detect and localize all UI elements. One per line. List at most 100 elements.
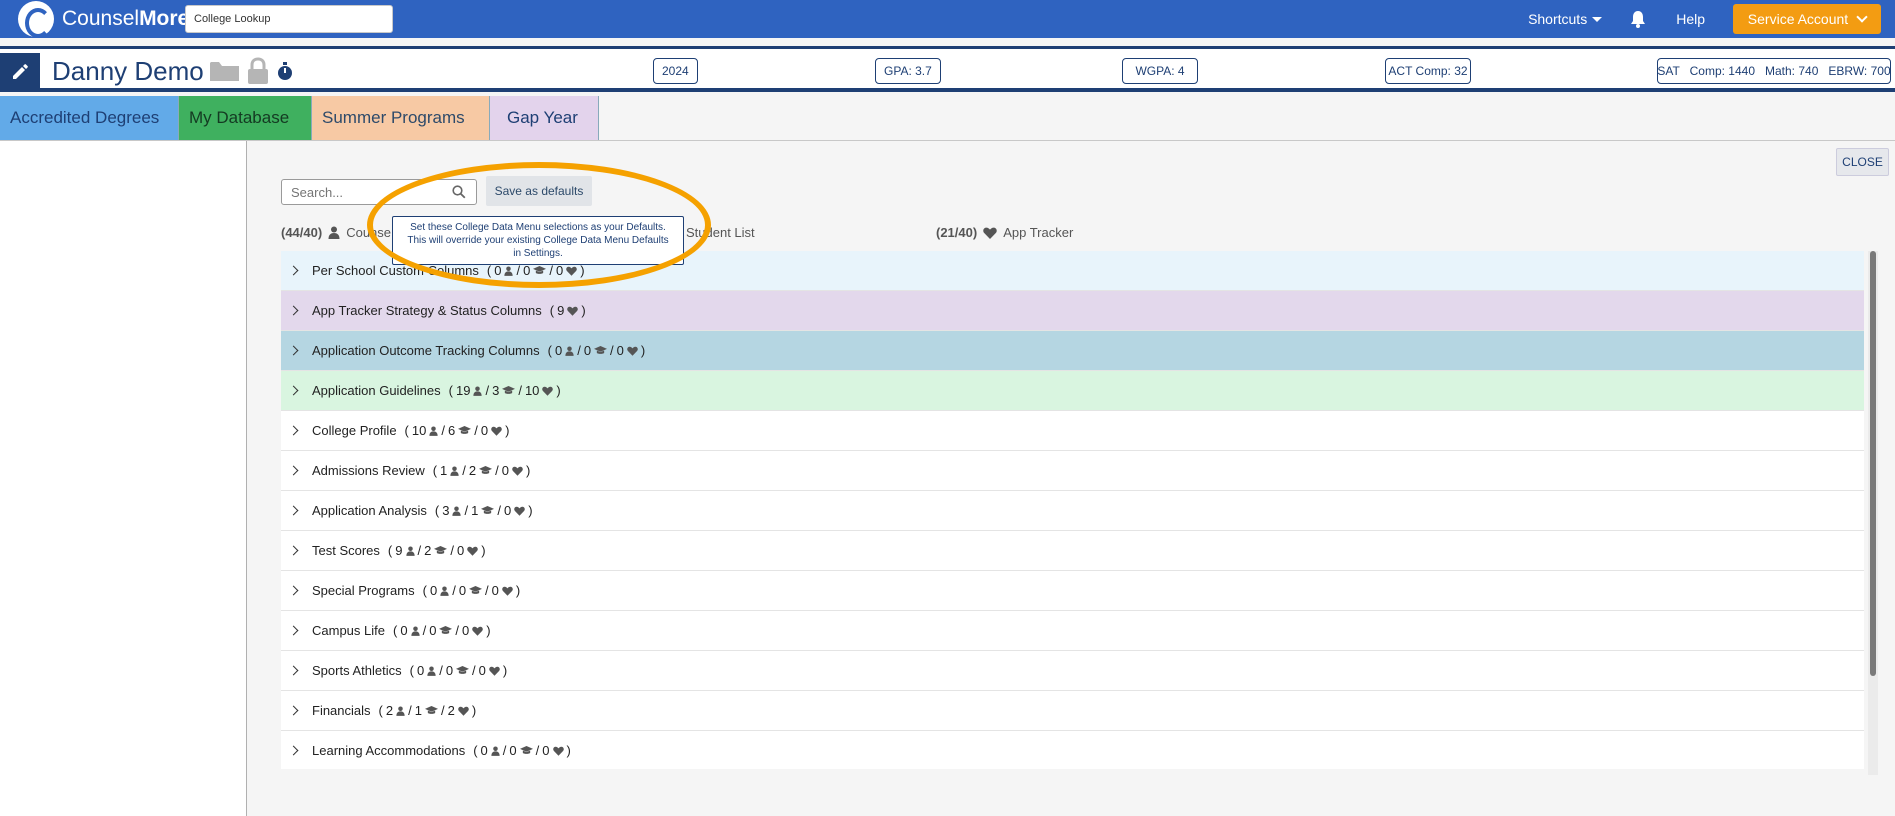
tab-summer-programs[interactable]: Summer Programs [312,96,490,140]
graduation-cap-icon [424,706,438,714]
student-header: Danny Demo 2024 GPA: 3.7 WGPA: 4 ACT Com… [0,46,1895,92]
graduation-cap-icon [439,626,453,634]
person-icon [429,426,438,436]
cap-count: 1 [414,703,422,718]
section-row[interactable]: Test Scores ( 9 / 2 / 0 ) [281,531,1864,571]
heart-count: 0 [478,663,486,678]
graduation-cap-icon [481,506,495,514]
tooltip-line: in Settings. [513,248,563,259]
cap-count: 0 [583,343,592,358]
heart-icon [489,666,500,676]
section-row[interactable]: Application Outcome Tracking Columns ( 0 … [281,331,1864,371]
logo-text: CounselMore [62,7,190,30]
chevron-right-icon[interactable] [288,305,299,316]
college-lookup-input[interactable] [185,5,393,33]
counselor-count: 9 [395,543,403,558]
section-title: Test Scores [312,543,380,558]
help-link[interactable]: Help [1676,11,1705,27]
chevron-right-icon[interactable] [288,545,299,556]
caret-down-icon [1592,16,1603,22]
section-row[interactable]: Admissions Review ( 1 / 2 / 0 ) [281,451,1864,491]
search-input[interactable] [282,180,442,204]
data-menu-search [281,179,477,205]
section-row[interactable]: App Tracker Strategy & Status Columns ( 9… [281,291,1864,331]
chevron-right-icon[interactable] [288,265,299,276]
chevron-right-icon[interactable] [288,745,299,756]
save-as-defaults-button[interactable]: Save as defaults [486,176,592,206]
left-panel [0,141,247,816]
graduation-cap-icon [594,346,608,354]
heart-count: 10 [524,383,540,398]
bell-icon[interactable] [1630,10,1646,28]
close-button[interactable]: CLOSE [1836,148,1889,176]
counselor-count: 10 [411,423,427,438]
counselor-count: 0 [400,623,408,638]
section-row[interactable]: Special Programs ( 0 / 0 / 0 ) [281,571,1864,611]
heart-icon [627,346,638,356]
edit-student-button[interactable] [0,53,40,91]
heart-icon [983,227,997,239]
cap-count: 0 [509,743,517,758]
student-list-label[interactable]: Student List [686,225,755,240]
chevron-right-icon[interactable] [288,585,299,596]
person-icon [491,746,500,756]
sat-chip: SAT Comp: 1440 Math: 740 EBRW: 700 [1657,58,1891,84]
section-counts: ( 0 / 0 / 0 ) [422,583,521,598]
chevron-right-icon[interactable] [288,425,299,436]
tracker-label[interactable]: App Tracker [1003,225,1073,240]
chevron-right-icon[interactable] [288,625,299,636]
section-row[interactable]: Application Analysis ( 3 / 1 / 0 ) [281,491,1864,531]
chevron-right-icon[interactable] [288,465,299,476]
heart-icon [567,306,579,316]
wgpa-chip: WGPA: 4 [1122,58,1198,84]
section-row[interactable]: College Profile ( 10 / 6 / 0 ) [281,411,1864,451]
section-row[interactable]: Learning Accommodations ( 0 / 0 / 0 ) [281,731,1864,769]
section-row[interactable]: Sports Athletics ( 0 / 0 / 0 ) [281,651,1864,691]
database-tabs: Accredited Degrees My Database Summer Pr… [0,96,599,140]
grad-year-chip: 2024 [653,58,698,84]
scrollbar-thumb[interactable] [1870,251,1876,676]
heart-icon [514,506,525,516]
tracker-count: (21/40) [936,225,978,240]
shortcuts-menu[interactable]: Shortcuts [1528,11,1603,27]
section-title: Per School Custom Columns [312,263,479,278]
section-row[interactable]: Campus Life ( 0 / 0 / 0 ) [281,611,1864,651]
counselor-count: 19 [455,383,471,398]
graduation-cap-icon [519,746,533,754]
tab-gap-year[interactable]: Gap Year [490,96,599,140]
lock-icon[interactable] [246,57,270,85]
folder-icon[interactable] [209,59,240,83]
section-counts: ( 0 / 0 / 0 ) [473,743,571,758]
counselor-label[interactable]: Counse [346,225,391,240]
search-icon[interactable] [452,185,466,199]
chevron-right-icon[interactable] [288,505,299,516]
counselmore-logo[interactable]: CounselMore [18,1,190,38]
graduation-cap-icon [502,386,516,394]
student-name: Danny Demo [52,56,204,86]
chevron-right-icon[interactable] [288,665,299,676]
chevron-right-icon[interactable] [288,705,299,716]
tab-accredited-degrees[interactable]: Accredited Degrees [0,96,179,140]
section-title: Learning Accommodations [312,743,466,758]
graduation-cap-icon [533,266,547,274]
section-row[interactable]: Financials ( 2 / 1 / 2 ) [281,691,1864,731]
service-account-button[interactable]: Service Account [1733,4,1881,34]
section-counts: ( 2 / 1 / 2 ) [378,703,477,718]
section-title: Financials [312,703,371,718]
person-icon [328,226,340,239]
section-counts: ( 0 / 0 / 0 ) [486,263,585,278]
heart-icon [566,266,577,276]
person-icon [405,546,415,556]
chevron-right-icon[interactable] [288,385,299,396]
section-row[interactable]: Application Guidelines ( 19 / 3 / 10 ) [281,371,1864,411]
heart-count: 0 [491,583,499,598]
stopwatch-icon[interactable] [276,61,294,81]
person-icon [427,666,436,676]
shortcuts-label: Shortcuts [1528,11,1588,27]
cap-count: 2 [468,463,477,478]
chevron-right-icon[interactable] [288,345,299,356]
heart-count: 0 [480,423,489,438]
section-title: Campus Life [312,623,385,638]
tab-my-database[interactable]: My Database [179,96,312,140]
person-icon [504,266,514,276]
